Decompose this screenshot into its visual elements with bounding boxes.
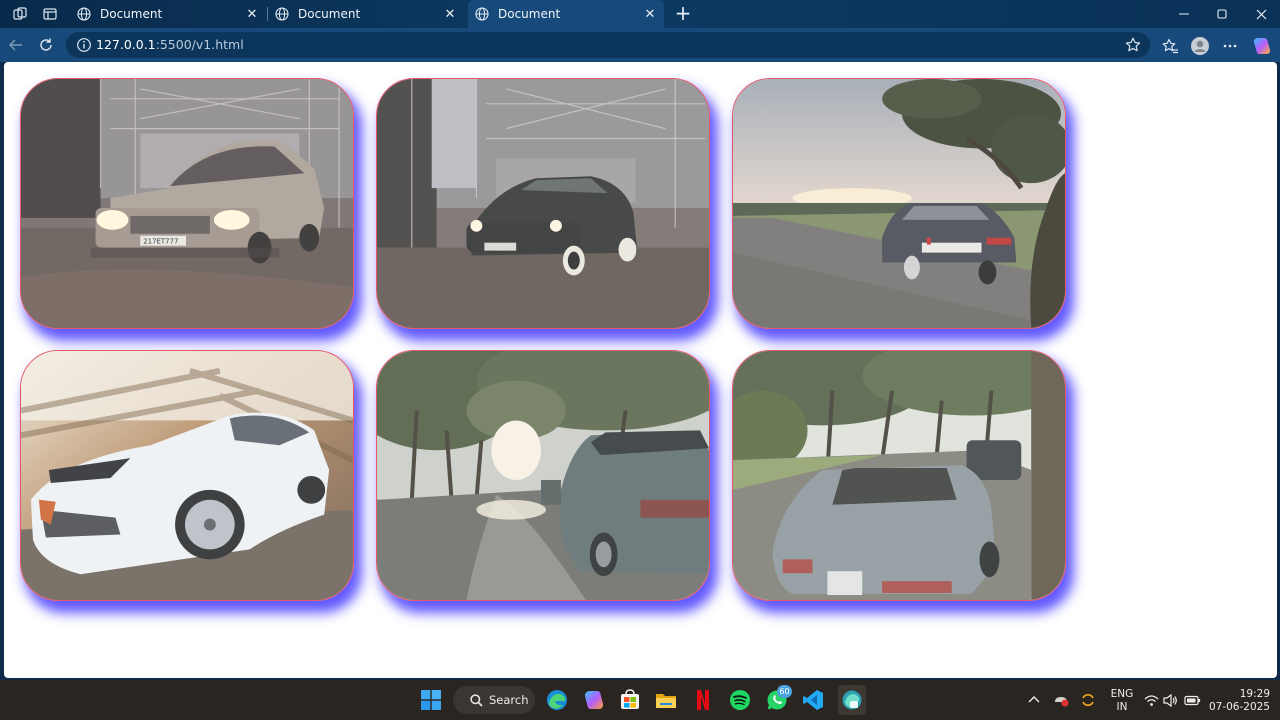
battery-icon[interactable] (1184, 680, 1202, 720)
url-host: 127.0.0.1 (96, 37, 156, 52)
close-window-button[interactable] (1247, 4, 1275, 24)
start-icon[interactable] (419, 688, 443, 712)
tab-document-3-active[interactable]: Document ✕ (468, 0, 664, 28)
show-hidden-icons[interactable] (1028, 680, 1042, 720)
globe-icon (474, 6, 490, 22)
minimize-button[interactable] (1170, 4, 1198, 24)
car-photo-garage-classic: 217ET777 (21, 79, 353, 328)
back-button[interactable] (6, 35, 26, 55)
notification-badge: 60 (777, 685, 792, 698)
globe-icon (274, 6, 290, 22)
tab-title: Document (100, 7, 163, 21)
date-text: 07-06-2025 (1208, 701, 1270, 713)
copilot-icon[interactable] (582, 688, 606, 712)
sync-icon[interactable] (1080, 680, 1098, 720)
language-text: ENG (1110, 688, 1134, 700)
car-photo-sunset-road (733, 79, 1065, 328)
tab-actions-icon[interactable] (41, 5, 59, 23)
favorite-star-icon[interactable] (1124, 36, 1142, 54)
restore-button[interactable] (1208, 4, 1236, 24)
meet-now-icon[interactable] (1053, 680, 1071, 720)
spotify-icon[interactable] (728, 688, 752, 712)
region-text: IN (1116, 701, 1128, 713)
store-icon[interactable] (618, 688, 642, 712)
more-menu-icon[interactable] (1219, 35, 1241, 57)
search-label: Search (489, 693, 529, 707)
profile-avatar[interactable] (1189, 35, 1211, 57)
search-icon (470, 693, 483, 707)
car-image-card-2 (376, 78, 710, 329)
time-text: 19:29 (1239, 688, 1270, 700)
car-photo-garage-vintage (377, 79, 709, 328)
close-icon[interactable]: ✕ (640, 4, 660, 24)
car-image-card-6 (732, 350, 1066, 601)
globe-icon (76, 6, 92, 22)
tab-title: Document (298, 7, 361, 21)
taskbar-search-box[interactable]: Search (453, 686, 535, 714)
volume-icon[interactable] (1163, 680, 1179, 720)
clock[interactable]: 19:29 07-06-2025 (1208, 680, 1270, 720)
page-viewport: 217ET777 (4, 62, 1277, 678)
new-tab-button[interactable]: + (672, 3, 694, 25)
copilot-icon[interactable] (1251, 35, 1273, 57)
car-image-card-1: 217ET777 (20, 78, 354, 329)
url-path: :5500/v1.html (155, 37, 244, 52)
car-photo-white-camaro (21, 351, 353, 600)
car-photo-tree-lined-street (377, 351, 709, 600)
wifi-icon[interactable] (1144, 680, 1160, 720)
tab-document-2[interactable]: Document ✕ (268, 0, 464, 28)
car-image-card-4 (20, 350, 354, 601)
site-info-icon[interactable] (76, 37, 92, 53)
car-photo-street-old-mercedes (733, 351, 1065, 600)
edge-icon[interactable] (545, 688, 569, 712)
file-explorer-icon[interactable] (654, 688, 678, 712)
tab-document-1[interactable]: Document ✕ (70, 0, 266, 28)
car-image-card-3 (732, 78, 1066, 329)
edge-dev-icon[interactable] (838, 685, 866, 715)
favorites-icon[interactable] (1159, 35, 1181, 57)
car-image-card-5 (376, 350, 710, 601)
netflix-icon[interactable] (691, 688, 715, 712)
browser-title-bar: Document ✕ Document ✕ Document ✕ + (0, 0, 1280, 28)
address-toolbar: 127.0.0.1:5500/v1.html (0, 28, 1280, 62)
language-indicator[interactable]: ENG IN (1108, 680, 1136, 720)
vscode-icon[interactable] (801, 688, 825, 712)
url-text[interactable]: 127.0.0.1:5500/v1.html (96, 37, 244, 52)
close-icon[interactable]: ✕ (242, 4, 262, 24)
workspaces-icon[interactable] (11, 5, 29, 23)
address-bar[interactable]: 127.0.0.1:5500/v1.html (66, 32, 1150, 58)
refresh-button[interactable] (36, 35, 56, 55)
close-icon[interactable]: ✕ (440, 4, 460, 24)
tab-title: Document (498, 7, 561, 21)
